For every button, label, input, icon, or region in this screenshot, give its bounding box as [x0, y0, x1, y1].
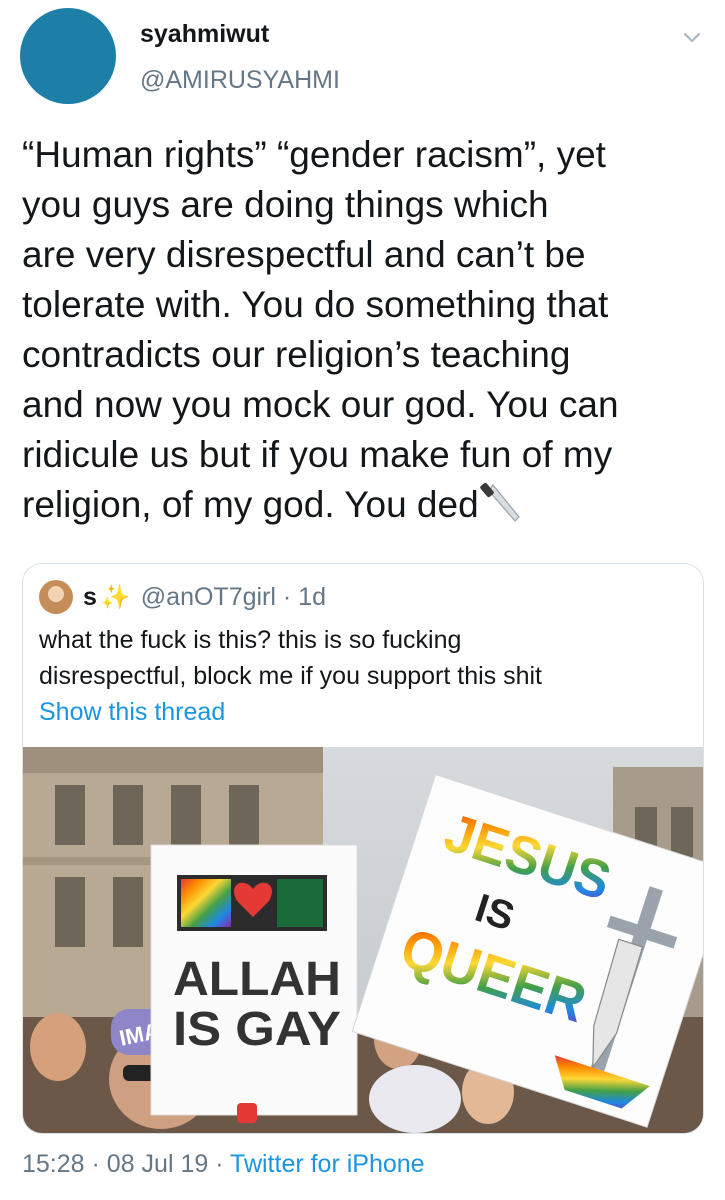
separator-dot: · — [282, 582, 292, 611]
tweet-line-text: religion, of my god. You ded — [22, 484, 479, 525]
quoted-line: disrespectful, block me if you support t… — [39, 662, 543, 690]
quoted-tweet-text: what the fuck is this? this is so fuckin… — [39, 622, 679, 694]
separator-dot: · — [215, 1150, 224, 1178]
tweet-line: and now you mock our god. You can — [22, 384, 619, 425]
knife-icon — [479, 482, 520, 522]
tweet-line: ridicule us but if you make fun of my — [22, 434, 613, 475]
sparkle-icon: ✨ — [100, 583, 131, 611]
tweet-line: contradicts our religion’s teaching — [22, 334, 571, 375]
tweet-time: 15:28 — [22, 1150, 85, 1178]
tweet-line: “Human rights” “gender racism”, yet — [22, 134, 606, 175]
tweet-line: you guys are doing things which — [22, 184, 549, 225]
tweet-line: tolerate with. You do something that — [22, 284, 609, 325]
tweet-timestamp[interactable]: 15:28 · 08 Jul 19 · Twitter for iPhone — [22, 1150, 425, 1179]
display-name[interactable]: syahmiwut — [140, 20, 269, 49]
chevron-down-icon[interactable] — [681, 26, 703, 48]
tweet-date: 08 Jul 19 — [106, 1150, 209, 1178]
tweet-line: are very disrespectful and can’t be — [22, 234, 586, 275]
quoted-tweet[interactable]: s ✨ @anOT7girl · 1d what the fuck is thi… — [22, 563, 704, 1134]
separator-dot: · — [91, 1150, 100, 1178]
tweet-line: religion, of my god. You ded — [22, 480, 702, 530]
avatar[interactable] — [20, 8, 116, 104]
quoted-line: what the fuck is this? this is so fuckin… — [39, 626, 462, 654]
user-handle[interactable]: @AMIRUSYAHMI — [140, 66, 340, 95]
protest-sign-left: ALLAH IS GAY — [150, 844, 358, 1123]
tweet-text: “Human rights” “gender racism”, yet you … — [22, 130, 702, 530]
quoted-handle[interactable]: @anOT7girl — [141, 583, 276, 612]
show-thread-link[interactable]: Show this thread — [39, 698, 225, 727]
photo-sign-left-line-1: ALLAH — [173, 953, 341, 1006]
tweet-photo[interactable]: IMAM ALLAH IS GAY JESUS IS QUEER — [23, 747, 703, 1133]
tweet-source[interactable]: Twitter for iPhone — [230, 1150, 425, 1178]
photo-sign-left-line-2: IS GAY — [173, 1003, 341, 1056]
quoted-age: 1d — [298, 582, 326, 611]
quoted-display-name[interactable]: s — [83, 583, 97, 612]
quoted-avatar[interactable] — [39, 580, 73, 614]
person — [30, 1013, 86, 1081]
quoted-tweet-header: s ✨ @anOT7girl · 1d — [39, 580, 326, 614]
